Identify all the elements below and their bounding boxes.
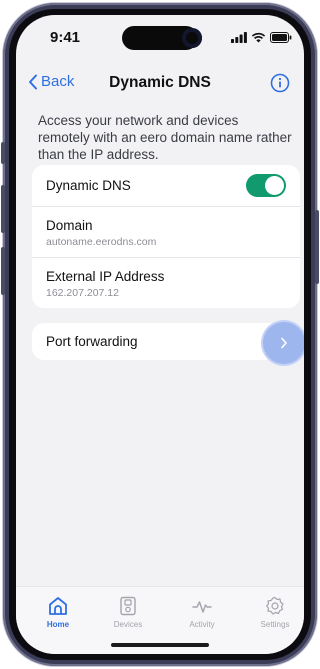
dynamic-dns-toggle[interactable] xyxy=(246,174,286,197)
home-indicator xyxy=(111,643,209,647)
port-forwarding-label: Port forwarding xyxy=(46,334,138,349)
battery-icon xyxy=(270,31,292,43)
screen: 9:41 Back Dynamic DNS Access your networ… xyxy=(16,15,304,654)
nav-bar: Back Dynamic DNS xyxy=(16,65,304,105)
external-ip-value: 162.207.207.12 xyxy=(46,287,119,299)
chevron-right-icon xyxy=(281,337,287,349)
tab-settings-label: Settings xyxy=(260,620,290,629)
domain-label: Domain xyxy=(46,218,93,233)
tab-activity-label: Activity xyxy=(189,620,215,629)
power-button xyxy=(315,210,319,284)
toggle-knob xyxy=(265,176,284,195)
domain-row: Domain autoname.eerodns.com xyxy=(32,207,300,258)
port-forwarding-chevron-button[interactable] xyxy=(263,322,304,364)
tab-devices[interactable]: Devices xyxy=(99,595,157,629)
devices-icon xyxy=(120,596,136,616)
tab-bar: Home Devices Activity Settings xyxy=(16,586,304,654)
tab-home-label: Home xyxy=(46,620,70,629)
home-icon xyxy=(49,597,67,615)
domain-value: autoname.eerodns.com xyxy=(46,236,157,248)
tab-activity[interactable]: Activity xyxy=(173,595,231,629)
tab-devices-label: Devices xyxy=(113,620,143,629)
signal-icon xyxy=(231,31,247,43)
activity-icon xyxy=(192,601,212,613)
volume-up-button xyxy=(1,185,5,233)
dynamic-dns-row: Dynamic DNS xyxy=(32,165,300,207)
external-ip-label: External IP Address xyxy=(46,269,165,284)
description-text: Access your network and devices remotely… xyxy=(38,113,292,162)
dynamic-dns-card: Dynamic DNS Domain autoname.eerodns.com … xyxy=(32,165,300,308)
dynamic-dns-label: Dynamic DNS xyxy=(46,178,131,193)
external-ip-row: External IP Address 162.207.207.12 xyxy=(32,258,300,308)
info-icon[interactable] xyxy=(270,73,290,93)
page-title: Dynamic DNS xyxy=(109,74,211,91)
tab-home[interactable]: Home xyxy=(29,595,87,629)
camera-icon xyxy=(182,28,202,48)
tab-settings[interactable]: Settings xyxy=(246,595,304,629)
volume-down-button xyxy=(1,247,5,295)
status-icons xyxy=(231,31,292,43)
wifi-icon xyxy=(251,32,266,42)
port-forwarding-row[interactable]: Port forwarding xyxy=(32,323,300,360)
settings-icon xyxy=(265,596,284,615)
action-button xyxy=(1,142,5,164)
status-bar: 9:41 xyxy=(16,15,304,63)
status-time: 9:41 xyxy=(50,29,81,46)
